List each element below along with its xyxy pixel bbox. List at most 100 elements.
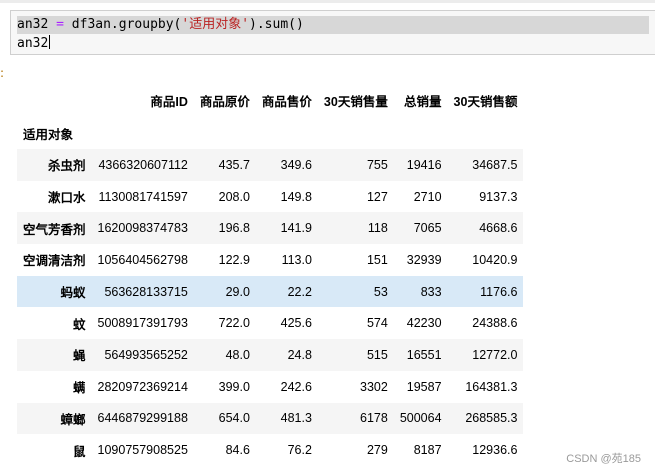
table-row: 蟑螂 6446879299188 654.0 481.3 6178 500064 26858… — [17, 402, 524, 435]
table-cell: 2820972369214 — [97, 379, 188, 394]
table-cell: 42230 — [406, 316, 442, 331]
table-cell: 268585.3 — [465, 411, 518, 426]
table-row: 蝇 564993565252 48.0 24.8 515 16551 12772.0 — [17, 339, 524, 371]
table-cell: 118 — [367, 221, 388, 236]
table-row: 蚊 5008917391793 722.0 425.6 574 42230 24388.6 — [17, 307, 523, 339]
table-row: 鼠 1090757908525 84.6 76.2 279 8187 12936.6 — [17, 434, 523, 466]
table-cell: 5008917391793 — [97, 316, 188, 331]
table-cell: 2710 — [413, 189, 442, 204]
row-index-label: 空气芳香剂 — [23, 222, 86, 237]
code-line-1[interactable]: an32 = df3an.groupby('适用对象').sum() — [17, 16, 649, 34]
table-cell: 1130081741597 — [98, 189, 188, 204]
table-cell: 29.0 — [225, 284, 250, 299]
table-cell: 1056404562798 — [97, 252, 188, 267]
table-cell: 12936.6 — [472, 443, 518, 458]
table-cell: 7065 — [413, 221, 442, 236]
column-header: 商品原价 — [199, 94, 250, 109]
table-cell: 141.9 — [280, 221, 312, 236]
table-cell: 53 — [373, 284, 388, 299]
row-index-label: 空调清洁剂 — [23, 254, 86, 269]
table-cell: 164381.3 — [465, 379, 518, 394]
table-cell: 563628133715 — [104, 284, 188, 299]
cell-top-divider — [0, 0, 655, 3]
table-cell: 654.0 — [218, 411, 250, 426]
table-cell: 574 — [366, 316, 388, 331]
table-cell: 1176.6 — [480, 284, 518, 299]
table-cell: 84.6 — [225, 443, 250, 458]
column-header: 30天销售量 — [323, 94, 388, 109]
table-cell: 4668.6 — [479, 221, 518, 236]
table-cell: 8187 — [413, 443, 442, 458]
table-cell: 9137.3 — [479, 189, 518, 204]
table-cell: 122.9 — [218, 252, 250, 267]
table-cell: 24388.6 — [472, 316, 518, 331]
code-groupby-call: df3an.groupby( — [71, 17, 182, 32]
table-cell: 279 — [366, 443, 388, 458]
table-cell: 34687.5 — [472, 157, 518, 172]
code-line-2[interactable]: an32 — [17, 35, 51, 53]
table-cell: 833 — [420, 284, 442, 299]
table-cell: 76.2 — [287, 443, 312, 458]
table-cell: 435.7 — [218, 157, 250, 172]
column-header: 总销量 — [404, 94, 442, 109]
table-cell: 113.0 — [281, 252, 312, 267]
table-cell: 1090757908525 — [97, 443, 188, 458]
table-row: 空气芳香剂 1620098374783 196.8 141.9 118 7065 4668.… — [17, 212, 524, 245]
corner-header-cell — [17, 82, 92, 118]
row-index-label: 漱口水 — [48, 191, 86, 206]
index-name-row: 适用对象 — [17, 118, 523, 149]
dataframe-output: 商品ID 商品原价 商品售价 30天销售量 总销量 30天销售额 适用对象 杀虫… — [17, 82, 524, 466]
table-cell: 151 — [366, 252, 388, 267]
table-cell: 10420.9 — [472, 252, 518, 267]
code-assign-operator: = — [56, 17, 64, 32]
table-cell: 1620098374783 — [97, 221, 188, 236]
table-row: 空调清洁剂 1056404562798 122.9 113.0 151 32939 1042… — [17, 244, 523, 276]
output-prompt-marker — [0, 68, 3, 79]
table-cell: 425.6 — [280, 316, 312, 331]
table-row: 漱口水 1130081741597 208.0 149.8 127 2710 9137.3 — [17, 181, 523, 213]
code-sum-call: ).sum() — [249, 17, 304, 32]
table-cell: 149.8 — [280, 189, 312, 204]
table-cell: 24.8 — [287, 347, 312, 362]
table-cell: 349.6 — [280, 157, 312, 172]
row-index-label: 蚊 — [73, 317, 86, 332]
row-index-label: 蟑螂 — [60, 412, 86, 427]
table-cell: 242.6 — [280, 379, 312, 394]
code-string-literal: '适用对象' — [181, 17, 250, 32]
row-index-label: 螨 — [73, 381, 86, 396]
table-row: 螨 2820972369214 399.0 242.6 3302 19587 164381.… — [17, 371, 523, 403]
table-cell: 481.3 — [280, 411, 312, 426]
row-index-label: 蚂蚁 — [60, 286, 86, 301]
code-cell-input[interactable]: an32 = df3an.groupby('适用对象').sum() an32 — [10, 10, 655, 55]
table-cell: 3302 — [360, 379, 388, 394]
table-cell: 48.0 — [225, 347, 250, 362]
table-cell: 127 — [366, 189, 388, 204]
table-row: 杀虫剂 4366320607112 435.7 349.6 755 19416 34687.… — [17, 149, 524, 181]
code-variable: an32 — [17, 17, 49, 32]
table-cell: 22.2 — [287, 284, 312, 299]
table-cell: 32939 — [406, 252, 442, 267]
row-index-label: 蝇 — [73, 349, 86, 364]
column-header: 30天销售额 — [453, 94, 518, 109]
table-cell: 722.0 — [218, 316, 250, 331]
row-index-label: 杀虫剂 — [48, 159, 86, 174]
table-cell: 196.8 — [218, 221, 250, 236]
csdn-watermark: CSDN @苑185 — [566, 453, 641, 465]
table-cell: 12772.0 — [472, 347, 518, 362]
column-header-row: 商品ID 商品原价 商品售价 30天销售量 总销量 30天销售额 — [17, 82, 523, 118]
index-name-label: 适用对象 — [23, 128, 74, 142]
column-header: 商品售价 — [261, 94, 312, 109]
table-cell: 4366320607112 — [98, 157, 188, 172]
table-cell: 6446879299188 — [97, 411, 188, 426]
table-body: 杀虫剂 4366320607112 435.7 349.6 755 19416 34687.… — [17, 149, 524, 466]
table-cell: 19587 — [406, 379, 442, 394]
table-cell: 16551 — [406, 347, 442, 362]
table-cell: 500064 — [399, 411, 442, 426]
column-header: 商品ID — [150, 94, 188, 109]
row-index-label: 鼠 — [73, 444, 86, 459]
table-cell: 399.0 — [218, 379, 250, 394]
table-cell: 208.0 — [218, 189, 250, 204]
table-cell: 564993565252 — [104, 347, 188, 362]
code-output-variable: an32 — [17, 36, 49, 51]
text-cursor — [49, 35, 51, 49]
